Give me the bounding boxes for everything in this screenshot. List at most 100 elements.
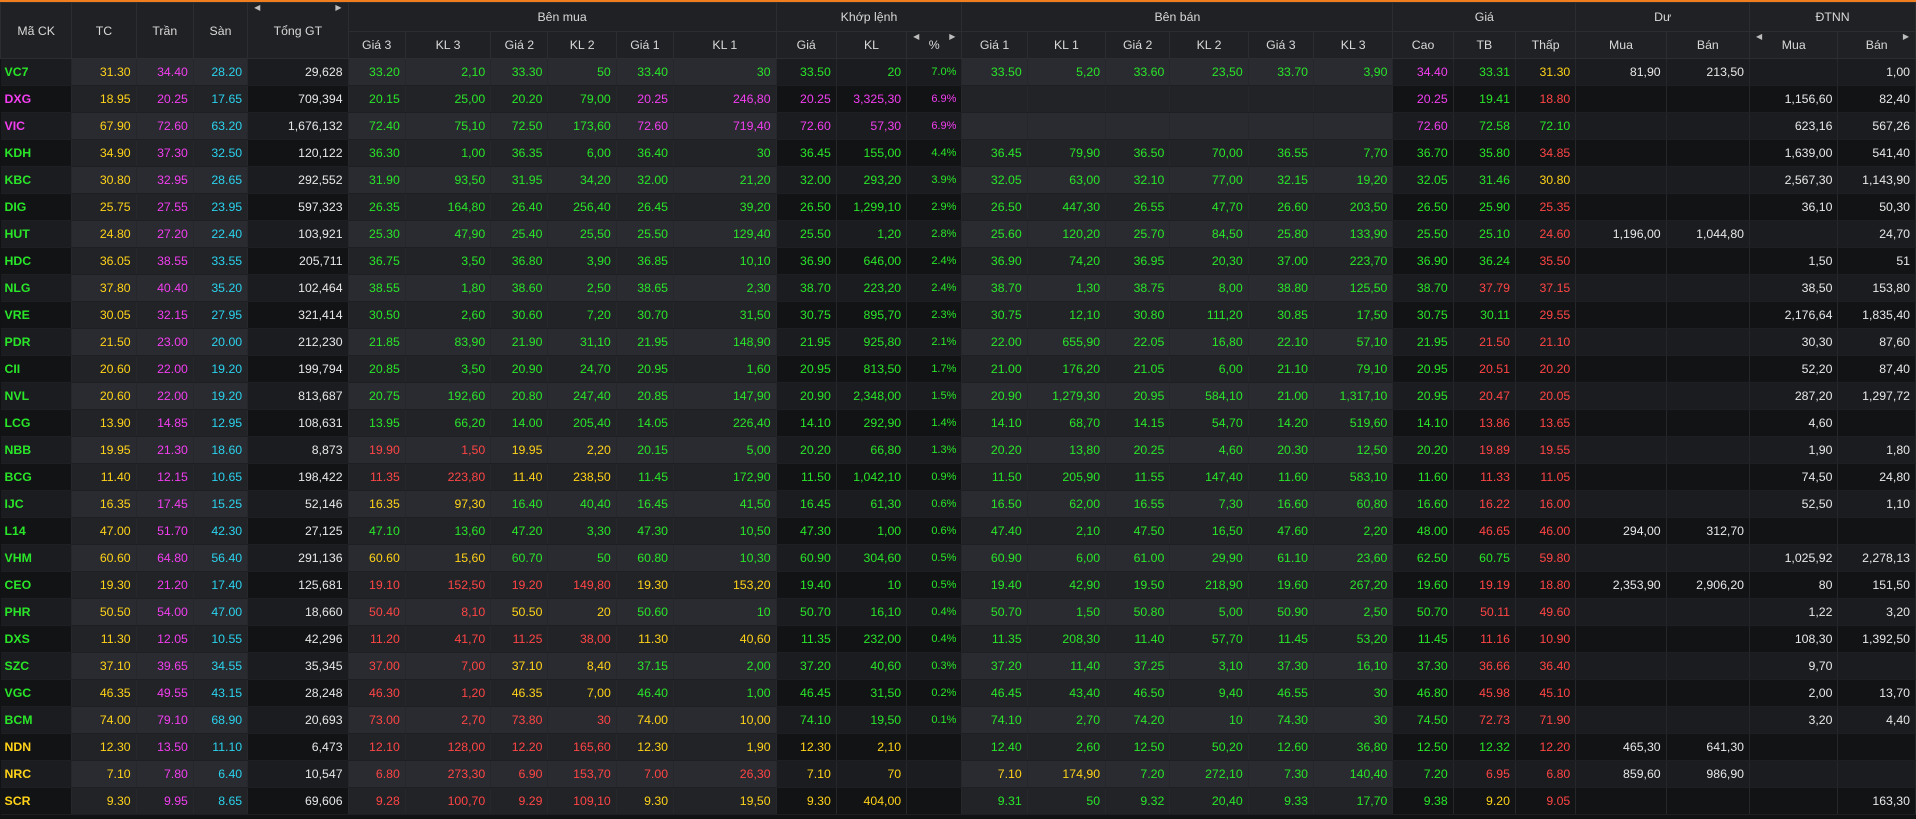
cell-symbol[interactable]: BCG <box>0 463 73 491</box>
cell-buy-vol2: 3,30 <box>547 517 617 545</box>
table-row[interactable]: BCM 74.00 79.10 68.90 20,693 73.00 2,70 73.80 30… <box>0 706 1916 734</box>
cell-symbol[interactable]: PDR <box>0 328 73 356</box>
col-sell-price2[interactable]: Giá 2 <box>1105 31 1171 59</box>
col-sell-vol2[interactable]: KL 2 <box>1169 31 1249 59</box>
table-row[interactable]: PHR 50.50 54.00 47.00 18,660 50.40 8,10 50.50 20… <box>0 598 1916 626</box>
cell-symbol[interactable]: CEO <box>0 571 73 599</box>
cell-symbol[interactable]: NVL <box>0 382 73 410</box>
cell-symbol[interactable]: VGC <box>0 679 73 707</box>
col-total-value[interactable]: ◀ Tổng GT ▶ <box>247 2 349 59</box>
table-row[interactable]: VRE 30.05 32.15 27.95 321,414 30.50 2,60 30.60 7… <box>0 301 1916 329</box>
cell-sell-vol2 <box>1169 112 1249 140</box>
col-match-volume[interactable]: KL <box>835 31 908 59</box>
col-reference[interactable]: TC <box>71 2 137 59</box>
col-buy-price3[interactable]: Giá 3 <box>347 31 406 59</box>
next-arrow-icon[interactable]: ▶ <box>949 33 955 42</box>
col-sell-vol1[interactable]: KL 1 <box>1026 31 1107 59</box>
col-foreign-buy[interactable]: ◀ Mua <box>1749 31 1839 59</box>
cell-symbol[interactable]: IJC <box>0 490 73 518</box>
table-row[interactable]: HUT 24.80 27.20 22.40 103,921 25.30 47,90 25.40… <box>0 220 1916 248</box>
table-row[interactable]: LCG 13.90 14.85 12.95 108,631 13.95 66,20 14.00… <box>0 409 1916 437</box>
col-symbol[interactable]: Mã CK <box>0 2 73 59</box>
col-ceiling[interactable]: Trần <box>135 2 194 59</box>
table-row[interactable]: L14 47.00 51.70 42.30 27,125 47.10 13,60 47.20 3… <box>0 517 1916 545</box>
table-row[interactable]: BCG 11.40 12.15 10.65 198,422 11.35 223,80 11.4… <box>0 463 1916 491</box>
cell-remain-buy <box>1575 706 1667 734</box>
table-row[interactable]: VC7 31.30 34.40 28.20 29,628 33.20 2,10 33.30 50… <box>0 58 1916 86</box>
cell-symbol[interactable]: HDC <box>0 247 73 275</box>
cell-symbol[interactable]: KDH <box>0 139 73 167</box>
table-row[interactable]: CEO 19.30 21.20 17.40 125,681 19.10 152,50 19.2… <box>0 571 1916 599</box>
col-sell-vol3[interactable]: KL 3 <box>1312 31 1394 59</box>
table-row[interactable]: KBC 30.80 32.95 28.65 292,552 31.90 93,50 31.95… <box>0 166 1916 194</box>
table-row[interactable]: SCR 9.30 9.95 8.65 69,606 9.28 100,70 9.29 109,1… <box>0 787 1916 815</box>
table-row[interactable]: VIC 67.90 72.60 63.20 1,676,132 72.40 75,10 72.… <box>0 112 1916 140</box>
col-low[interactable]: Thấp <box>1514 31 1577 59</box>
table-row[interactable]: HDC 36.05 38.55 33.55 205,711 36.75 3,50 36.80 3… <box>0 247 1916 275</box>
cell-symbol[interactable]: PHR <box>0 598 73 626</box>
col-match-percent[interactable]: ◀ % ▶ <box>906 31 963 59</box>
cell-symbol[interactable]: NDN <box>0 733 73 761</box>
table-row[interactable]: NDN 12.30 13.50 11.10 6,473 12.10 128,00 12.20 1… <box>0 733 1916 761</box>
cell-symbol[interactable]: CII <box>0 355 73 383</box>
table-row[interactable]: KDH 34.90 37.30 32.50 120,122 36.30 1,00 36.35 6… <box>0 139 1916 167</box>
cell-floor: 10.65 <box>193 463 249 491</box>
cell-match-volume: 40,60 <box>836 652 908 680</box>
table-row[interactable]: DXG 18.95 20.25 17.65 709,394 20.15 25,00 20.20… <box>0 85 1916 113</box>
table-row[interactable]: SZC 37.10 39.65 34.55 35,345 37.00 7,00 37.10 8,… <box>0 652 1916 680</box>
table-row[interactable]: DIG 25.75 27.55 23.95 597,323 26.35 164,80 26.4… <box>0 193 1916 221</box>
table-row[interactable]: NVL 20.60 22.00 19.20 813,687 20.75 192,60 20.8… <box>0 382 1916 410</box>
cell-buy-vol2: 153,70 <box>547 760 617 788</box>
cell-symbol[interactable]: DXS <box>0 625 73 653</box>
table-row[interactable]: NLG 37.80 40.40 35.20 102,464 38.55 1,80 38.60 2… <box>0 274 1916 302</box>
col-average[interactable]: TB <box>1452 31 1516 59</box>
cell-symbol[interactable]: BCM <box>0 706 73 734</box>
cell-sell-price1: 11.35 <box>961 625 1028 653</box>
col-buy-price1[interactable]: Giá 1 <box>615 31 675 59</box>
table-row[interactable]: DXS 11.30 12.05 10.55 42,296 11.20 41,70 11.25 3… <box>0 625 1916 653</box>
col-sell-price1[interactable]: Giá 1 <box>961 31 1028 59</box>
cell-symbol[interactable]: KBC <box>0 166 73 194</box>
scroll-left-icon[interactable]: ◀ <box>254 4 260 13</box>
table-row[interactable]: CII 20.60 22.00 19.20 199,794 20.85 3,50 20.90 2… <box>0 355 1916 383</box>
cell-symbol[interactable]: NLG <box>0 274 73 302</box>
cell-symbol[interactable]: SZC <box>0 652 73 680</box>
cell-symbol[interactable]: SCR <box>0 787 73 815</box>
cell-symbol[interactable]: NBB <box>0 436 73 464</box>
prev-arrow-icon[interactable]: ◀ <box>913 33 919 42</box>
col-buy-vol2[interactable]: KL 2 <box>547 31 617 59</box>
col-buy-price2[interactable]: Giá 2 <box>490 31 549 59</box>
col-remain-buy[interactable]: Mua <box>1575 31 1667 59</box>
col-buy-vol1[interactable]: KL 1 <box>673 31 777 59</box>
table-row[interactable]: IJC 16.35 17.45 15.25 52,146 16.35 97,30 16.40 4… <box>0 490 1916 518</box>
cell-remain-buy <box>1575 112 1667 140</box>
col-match-price[interactable]: Giá <box>775 31 837 59</box>
cell-symbol[interactable]: VRE <box>0 301 73 329</box>
col-remain-sell[interactable]: Bán <box>1665 31 1751 59</box>
col-floor[interactable]: Sàn <box>192 2 249 59</box>
cell-remain-buy <box>1575 139 1667 167</box>
table-row[interactable]: NRC 7.10 7.80 6.40 10,547 6.80 273,30 6.90 153,7… <box>0 760 1916 788</box>
cell-sell-price1: 20.20 <box>961 436 1028 464</box>
cell-symbol[interactable]: HUT <box>0 220 73 248</box>
col-buy-vol3[interactable]: KL 3 <box>404 31 492 59</box>
cell-symbol[interactable]: LCG <box>0 409 73 437</box>
table-row[interactable]: VGC 46.35 49.55 43.15 28,248 46.30 1,20 46.35 7,… <box>0 679 1916 707</box>
table-row[interactable]: PDR 21.50 23.00 20.00 212,230 21.85 83,90 21.90… <box>0 328 1916 356</box>
col-sell-price3[interactable]: Giá 3 <box>1247 31 1315 59</box>
foreign-right-icon[interactable]: ▶ <box>1903 33 1909 42</box>
cell-symbol[interactable]: VC7 <box>0 58 73 86</box>
table-row[interactable]: VHM 60.60 64.80 56.40 291,136 60.60 15,60 60.70… <box>0 544 1916 572</box>
table-row[interactable]: NBB 19.95 21.30 18.60 8,873 19.90 1,50 19.95 2,2… <box>0 436 1916 464</box>
cell-symbol[interactable]: VHM <box>0 544 73 572</box>
cell-symbol[interactable]: DIG <box>0 193 73 221</box>
col-high[interactable]: Cao <box>1392 31 1454 59</box>
cell-buy-vol1: 41,50 <box>673 490 777 518</box>
cell-symbol[interactable]: DXG <box>0 85 73 113</box>
cell-symbol[interactable]: VIC <box>0 112 73 140</box>
col-foreign-sell[interactable]: Bán ▶ <box>1837 31 1916 59</box>
cell-symbol[interactable]: NRC <box>0 760 73 788</box>
foreign-left-icon[interactable]: ◀ <box>1756 33 1762 42</box>
scroll-right-icon[interactable]: ▶ <box>335 4 341 13</box>
cell-symbol[interactable]: L14 <box>0 517 73 545</box>
